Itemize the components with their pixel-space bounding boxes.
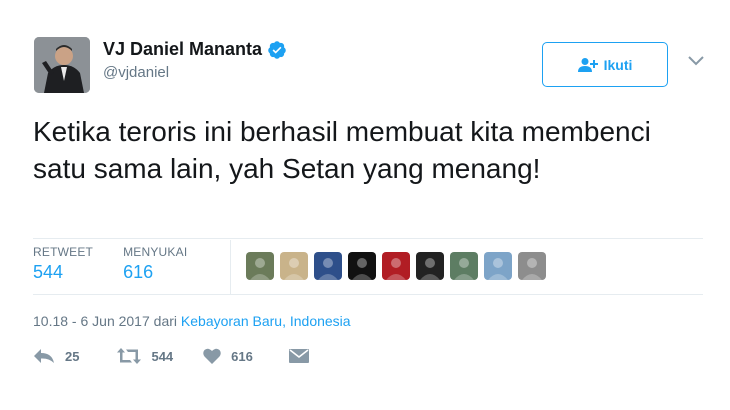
direct-message-button[interactable] xyxy=(288,348,319,364)
retweet-stat-value: 544 xyxy=(33,262,64,282)
stats-bottom-divider xyxy=(33,294,703,295)
like-count: 616 xyxy=(231,348,253,364)
tweet-meta: 10.18 - 6 Jun 2017 dari Kebayoran Baru, … xyxy=(33,313,351,329)
retweet-stat-label: RETWEET xyxy=(33,245,94,259)
tweet-stats: RETWEET 544 MENYUKAI 616 xyxy=(33,240,217,294)
liker-avatar[interactable] xyxy=(314,252,342,280)
envelope-icon xyxy=(288,349,309,363)
follow-button[interactable]: Ikuti xyxy=(542,42,668,87)
tweet-actions: 25 544 616 xyxy=(33,348,345,364)
liker-avatars xyxy=(246,252,552,280)
tweet-text: Ketika teroris ini berhasil membuat kita… xyxy=(33,116,651,184)
like-stat-label: MENYUKAI xyxy=(123,245,188,259)
stats-top-divider xyxy=(33,238,703,239)
retweet-stat[interactable]: RETWEET 544 xyxy=(33,240,93,294)
liker-avatar[interactable] xyxy=(450,252,478,280)
heart-icon xyxy=(203,348,221,364)
reply-button[interactable]: 25 xyxy=(33,348,79,364)
add-user-icon xyxy=(577,57,598,72)
follow-button-label: Ikuti xyxy=(603,56,633,73)
user-name[interactable]: VJ Daniel Mananta xyxy=(103,39,262,60)
user-handle[interactable]: @vjdaniel xyxy=(103,64,169,81)
stats-separator xyxy=(230,240,231,294)
tweet-timestamp[interactable]: 10.18 - 6 Jun 2017 xyxy=(33,313,150,329)
like-button[interactable]: 616 xyxy=(203,348,253,364)
liker-avatar[interactable] xyxy=(280,252,308,280)
avatar[interactable] xyxy=(34,37,90,93)
like-stat-value: 616 xyxy=(123,262,154,282)
retweet-count: 544 xyxy=(151,348,174,364)
avatar-image xyxy=(34,37,90,93)
retweet-button[interactable]: 544 xyxy=(117,348,173,364)
like-stat[interactable]: MENYUKAI 616 xyxy=(123,240,187,294)
reply-icon xyxy=(34,349,54,363)
user-name-row[interactable]: VJ Daniel Mananta xyxy=(103,39,287,60)
liker-avatar[interactable] xyxy=(382,252,410,280)
reply-count: 25 xyxy=(65,348,80,364)
chevron-down-icon[interactable] xyxy=(686,54,706,68)
liker-avatar[interactable] xyxy=(416,252,444,280)
verified-badge-icon xyxy=(268,40,286,59)
liker-avatar[interactable] xyxy=(246,252,274,280)
liker-avatar[interactable] xyxy=(348,252,376,280)
retweet-icon xyxy=(117,348,142,364)
liker-avatar[interactable] xyxy=(518,252,546,280)
liker-avatar[interactable] xyxy=(484,252,512,280)
tweet-from-label: dari xyxy=(153,313,178,329)
tweet-location-link[interactable]: Kebayoran Baru, Indonesia xyxy=(181,313,351,329)
